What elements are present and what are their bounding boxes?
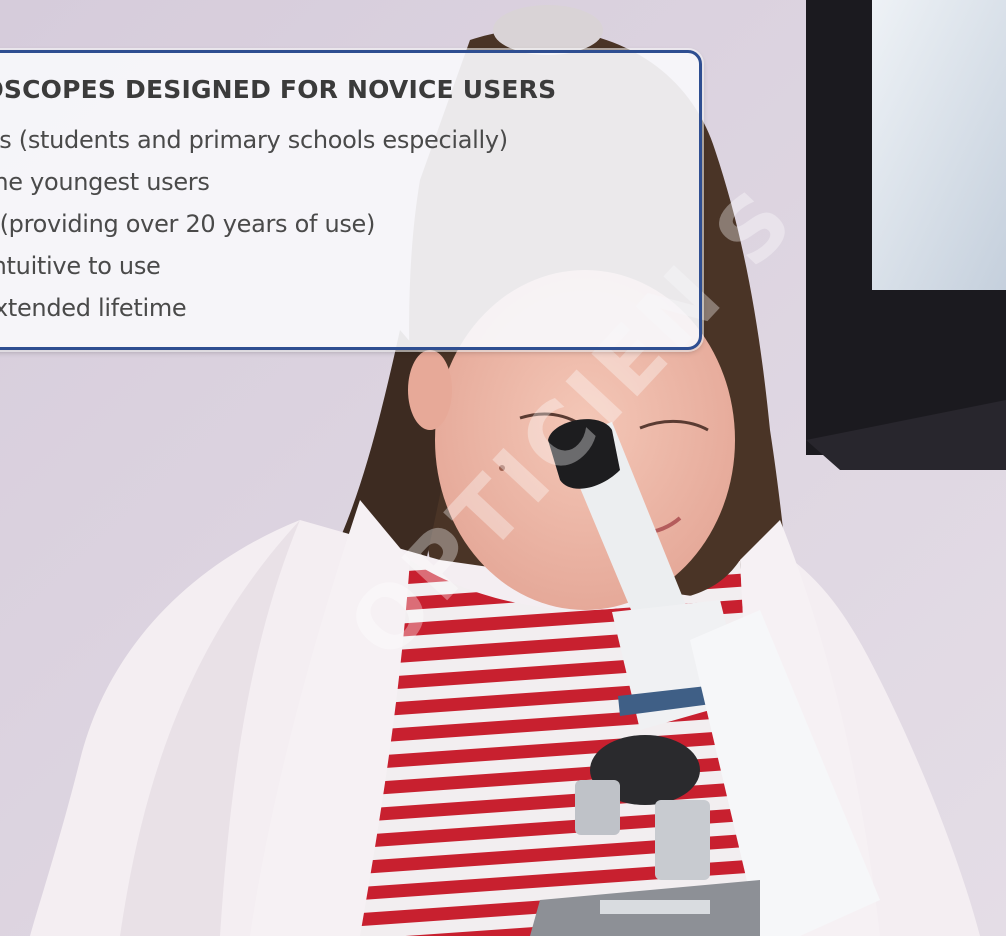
feature-item: d intuitive to use [0,252,161,280]
window-frame [806,0,1006,470]
info-callout: ROSCOPES DESIGNED FOR NOVICE USERS sers … [0,50,702,350]
feature-item: on (providing over 20 years of use) [0,210,376,238]
feature-item: v the youngest users [0,168,210,196]
callout-title: ROSCOPES DESIGNED FOR NOVICE USERS [0,75,557,104]
feature-item: sers (students and primary schools espec… [0,126,508,154]
feature-list: sers (students and primary schools espec… [0,125,508,335]
feature-item: r extended lifetime [0,294,187,322]
